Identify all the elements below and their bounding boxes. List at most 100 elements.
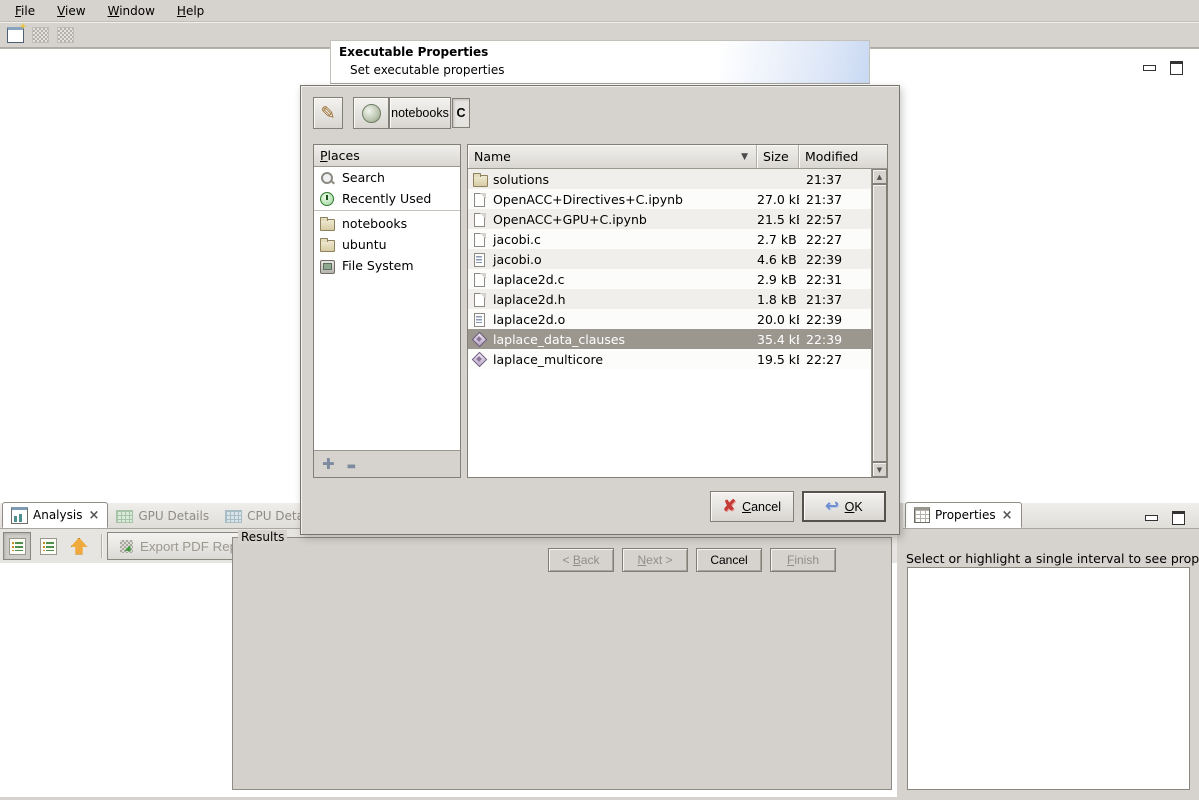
file-row[interactable]: solutions 21:37 [468,169,871,189]
file-chooser-dialog: notebooks C Places Search Recently Used … [300,85,900,535]
close-icon[interactable] [1001,508,1013,523]
ok-arrow-icon [825,499,838,515]
file-rows: solutions 21:37 OpenACC+Directives+C.ipy… [468,169,871,477]
results-group-label: Results [238,530,287,544]
wizard-button-bar: < Back Next > Cancel Finish [548,548,836,572]
minimize-icon[interactable] [1145,515,1158,521]
view-tab[interactable]: Analysis [2,502,108,528]
drive-icon [319,258,335,274]
menu-item[interactable]: Window [97,2,166,20]
minimize-icon[interactable] [1143,65,1156,71]
wizard-button[interactable]: Finish [770,548,836,572]
file-row[interactable]: jacobi.o 4.6 kB 22:39 [468,249,871,269]
places-item[interactable]: File System [314,255,460,276]
wizard-button[interactable]: Cancel [696,548,762,572]
path-bar: notebooks C [301,86,899,130]
type-filename-button[interactable] [313,97,343,129]
wizard-button[interactable]: < Back [548,548,614,572]
wizard-button[interactable]: Next > [622,548,688,572]
maximize-icon[interactable] [1172,511,1185,525]
places-item[interactable]: notebooks [314,213,460,234]
menu-item[interactable]: File [4,2,46,20]
app-window: File View Window Help Analysis GPU Detai… [0,0,1199,800]
file-list: Name ▼ Size Modified solutions 21:37 Ope… [467,144,888,478]
folder-icon [319,237,335,253]
wizard-header: Executable Properties Set executable pro… [330,40,870,84]
places-list: Search Recently Used notebooks ubuntu Fi… [314,167,460,276]
scrollbar-thumb[interactable] [872,184,887,462]
properties-tab-label: Properties [935,508,996,522]
gpu-grid-icon [116,510,133,523]
save-all-button [54,25,76,45]
results-group: Results [232,537,892,790]
scroll-down-icon[interactable]: ▼ [872,462,887,477]
dialog-button-bar: Cancel OK [710,491,886,522]
pdf-report-icon [120,540,133,553]
properties-content-box [907,567,1190,790]
file-row[interactable]: jacobi.c 2.7 kB 22:27 [468,229,871,249]
dialog-button[interactable]: Cancel [710,491,794,522]
breadcrumb-current[interactable]: C [452,98,470,128]
remove-bookmark-icon[interactable] [347,457,354,472]
pencil-icon [320,104,335,122]
column-header-modified[interactable]: Modified [799,145,887,168]
menu-item[interactable]: View [46,2,96,20]
properties-message: Select or highlight a single interval to… [906,551,1199,566]
places-item[interactable]: Recently Used [314,188,460,211]
column-header-size[interactable]: Size [757,145,799,168]
places-header: Places [314,145,460,167]
cancel-x-icon [723,499,736,515]
file-row[interactable]: OpenACC+Directives+C.ipynb 27.0 kB 21:37 [468,189,871,209]
analysis-promote-button[interactable] [65,532,93,560]
places-item[interactable]: ubuntu [314,234,460,255]
file-list-header: Name ▼ Size Modified [468,145,887,169]
file-row[interactable]: laplace2d.c 2.9 kB 22:31 [468,269,871,289]
analysis-list-view-button[interactable] [3,532,31,560]
sort-descending-icon: ▼ [741,152,748,162]
banner-gradient [719,41,869,83]
file-icon [472,192,487,207]
file-list-scrollbar[interactable]: ▲ ▼ [871,169,887,477]
recent-icon [319,191,335,207]
tab-properties[interactable]: Properties [905,502,1022,528]
file-icon [472,212,487,227]
folder-icon [319,216,335,232]
menu-item[interactable]: Help [166,2,215,20]
wizard-title: Executable Properties [339,45,488,59]
places-actions [314,450,460,477]
exec-icon [472,332,487,347]
exec-icon [472,352,487,367]
dialog-button[interactable]: OK [802,491,886,522]
places-item[interactable]: Search [314,167,460,188]
column-header-name[interactable]: Name ▼ [468,145,757,168]
file-row[interactable]: laplace2d.h 1.8 kB 21:37 [468,289,871,309]
home-location-button[interactable] [353,97,389,129]
close-icon[interactable] [87,508,99,523]
new-window-icon [7,27,24,43]
distro-icon [362,104,381,123]
save-all-disabled-icon [57,27,74,43]
file-row[interactable]: laplace_data_clauses 35.4 kB 22:39 [468,329,871,349]
wizard-subtitle: Set executable properties [350,63,504,77]
maximize-icon[interactable] [1170,61,1183,75]
objfile-icon [472,252,487,267]
view-tab[interactable]: GPU Details [108,504,217,528]
analysis-icon [11,507,28,524]
breadcrumb-notebooks[interactable]: notebooks [389,97,451,129]
new-session-button[interactable] [4,25,26,45]
file-icon [472,272,487,287]
folder-icon [472,172,487,187]
file-row[interactable]: laplace2d.o 20.0 kB 22:39 [468,309,871,329]
scroll-up-icon[interactable]: ▲ [872,169,887,184]
up-arrow-icon [71,538,88,555]
properties-panel: Properties Select or highlight a single … [903,503,1199,797]
save-disabled-icon [32,27,49,43]
places-panel: Places Search Recently Used notebooks ub… [313,144,461,478]
save-button [29,25,51,45]
search-icon [319,170,335,186]
add-bookmark-icon[interactable] [322,457,335,472]
file-row[interactable]: OpenACC+GPU+C.ipynb 21.5 kB 22:57 [468,209,871,229]
file-row[interactable]: laplace_multicore 19.5 kB 22:27 [468,349,871,369]
objfile-icon [472,312,487,327]
analysis-guided-view-button[interactable] [34,532,62,560]
